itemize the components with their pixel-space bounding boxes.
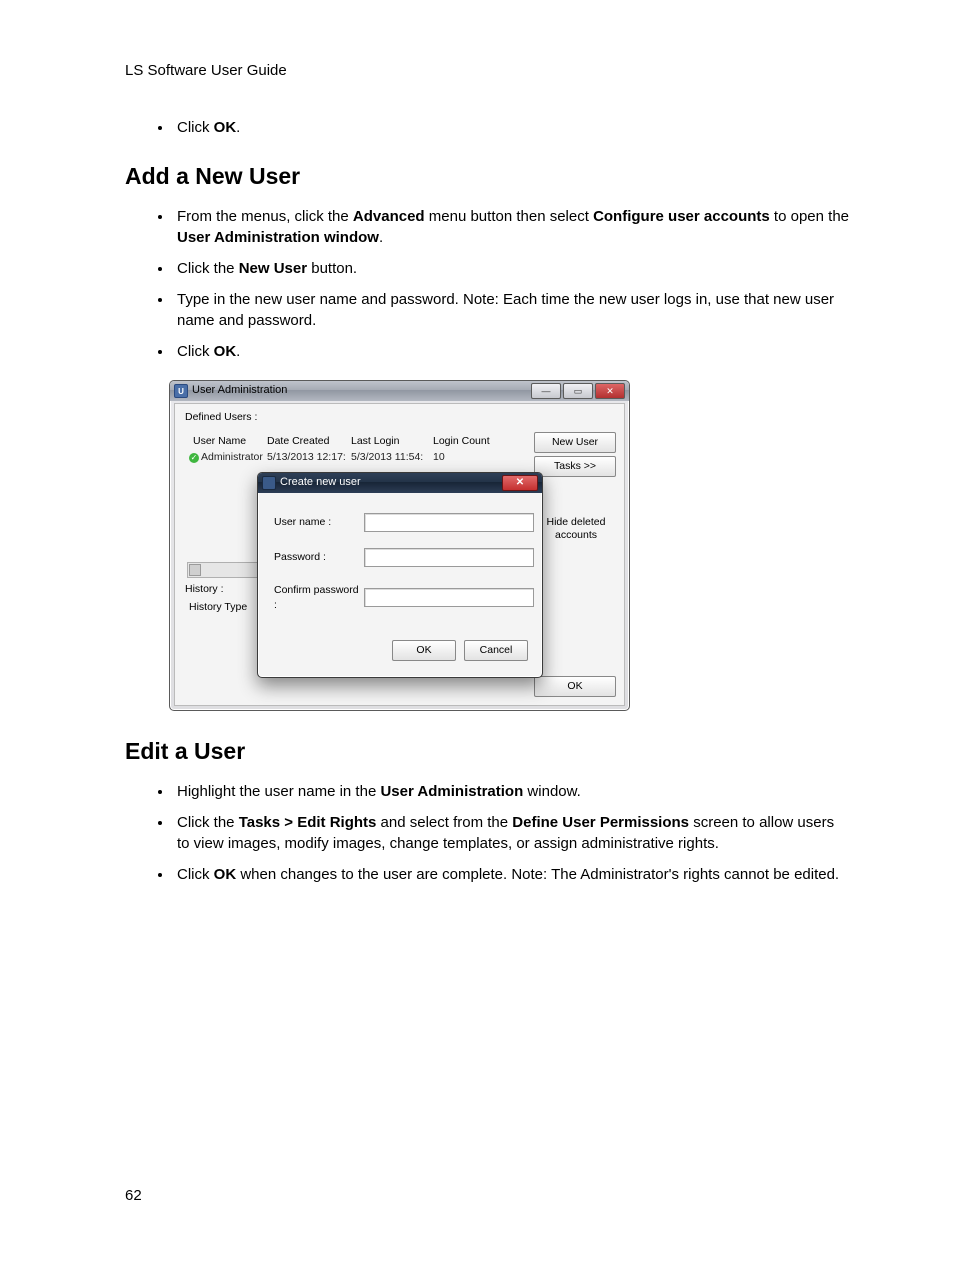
row-last-login: 5/3/2013 11:54: [351, 450, 423, 465]
user-name-input[interactable] [364, 513, 534, 532]
history-label: History : [185, 582, 224, 597]
row-password: Password : [266, 548, 534, 567]
col-date-created: Date Created [267, 434, 329, 449]
text: when changes to the user are complete. N… [236, 866, 839, 883]
row-login-count: 10 [433, 450, 445, 465]
intro-item: Click OK. [173, 117, 849, 138]
text: Type in the new user name and password. … [177, 291, 834, 329]
col-user-name: User Name [193, 434, 246, 449]
window-client: Defined Users : User Name Date Created L… [174, 403, 625, 706]
list-item: Type in the new user name and password. … [173, 289, 849, 331]
bold-text: OK [214, 119, 237, 136]
history-type-label: History Type [189, 600, 247, 615]
titlebar: U User Administration — ▭ ✕ [170, 381, 629, 401]
list-item: Click the New User button. [173, 258, 849, 279]
password-label: Password : [266, 550, 364, 565]
heading-edit-user: Edit a User [125, 735, 849, 767]
dialog-titlebar: Create new user ✕ [258, 473, 542, 493]
dialog-title: Create new user [280, 475, 361, 490]
bold-text: User Administration window [177, 229, 379, 246]
row-user-name: User name : [266, 513, 534, 532]
row-date-created: 5/13/2013 12:17: [267, 450, 346, 465]
window-user-administration: U User Administration — ▭ ✕ Defined User… [169, 380, 630, 711]
list-item: Click OK when changes to the user are co… [173, 864, 849, 885]
confirm-password-label: Confirm password : [266, 583, 364, 612]
dialog-buttons: OK Cancel [392, 640, 528, 661]
minimize-button[interactable]: — [531, 383, 561, 399]
text: . [236, 343, 240, 360]
hide-deleted-link[interactable]: Hide deleted accounts [536, 516, 616, 541]
bold-text: Advanced [353, 208, 425, 225]
text: . [236, 119, 240, 136]
list-item: From the menus, click the Advanced menu … [173, 206, 849, 248]
bold-text: OK [214, 866, 237, 883]
scroll-thumb[interactable] [189, 564, 201, 576]
text: Click [177, 866, 214, 883]
tasks-button[interactable]: Tasks >> [534, 456, 616, 477]
add-user-list: From the menus, click the Advanced menu … [125, 206, 849, 362]
page-number: 62 [125, 1185, 849, 1206]
list-item: Highlight the user name in the User Admi… [173, 781, 849, 802]
dialog-body: User name : Password : Confirm password … [266, 497, 534, 669]
text: Click [177, 343, 214, 360]
dialog-close-button[interactable]: ✕ [502, 475, 538, 491]
text: to open the [770, 208, 849, 225]
cell-text: Administrator [201, 451, 263, 463]
screenshot-user-administration: U User Administration — ▭ ✕ Defined User… [169, 380, 628, 711]
text: Click [177, 119, 214, 136]
col-login-count: Login Count [433, 434, 490, 449]
close-button[interactable]: ✕ [595, 383, 625, 399]
text: From the menus, click the [177, 208, 353, 225]
user-name-label: User name : [266, 515, 364, 530]
list-item: Click the Tasks > Edit Rights and select… [173, 812, 849, 854]
dialog-app-icon [262, 476, 276, 490]
check-icon: ✓ [189, 453, 199, 463]
col-last-login: Last Login [351, 434, 399, 449]
password-input[interactable] [364, 548, 534, 567]
maximize-button[interactable]: ▭ [563, 383, 593, 399]
heading-add-new-user: Add a New User [125, 160, 849, 192]
bold-text: New User [239, 260, 307, 277]
bold-text: Configure user accounts [593, 208, 770, 225]
dialog-ok-button[interactable]: OK [392, 640, 456, 661]
defined-users-label: Defined Users : [185, 410, 257, 425]
horizontal-scrollbar[interactable] [187, 562, 259, 578]
bold-text: OK [214, 343, 237, 360]
text: button. [307, 260, 357, 277]
bold-text: Define User Permissions [512, 814, 689, 831]
ok-button[interactable]: OK [534, 676, 616, 697]
text: Highlight the user name in the [177, 783, 380, 800]
edit-user-list: Highlight the user name in the User Admi… [125, 781, 849, 885]
text: window. [523, 783, 581, 800]
window-controls: — ▭ ✕ [531, 383, 625, 399]
new-user-button[interactable]: New User [534, 432, 616, 453]
text: menu button then select [425, 208, 593, 225]
running-head: LS Software User Guide [125, 60, 849, 81]
text: Click the [177, 814, 239, 831]
dialog-create-new-user: Create new user ✕ User name : Password : [257, 472, 543, 678]
app-icon: U [174, 384, 188, 398]
text: Click the [177, 260, 239, 277]
dialog-cancel-button[interactable]: Cancel [464, 640, 528, 661]
list-item: Click OK. [173, 341, 849, 362]
bold-text: User Administration [380, 783, 523, 800]
text: and select from the [376, 814, 512, 831]
intro-list: Click OK. [125, 117, 849, 138]
window-title: User Administration [192, 383, 287, 398]
row-user-name[interactable]: ✓Administrator [189, 450, 263, 465]
row-confirm: Confirm password : [266, 583, 534, 612]
confirm-password-input[interactable] [364, 588, 534, 607]
bold-text: Tasks > Edit Rights [239, 814, 377, 831]
text: . [379, 229, 383, 246]
